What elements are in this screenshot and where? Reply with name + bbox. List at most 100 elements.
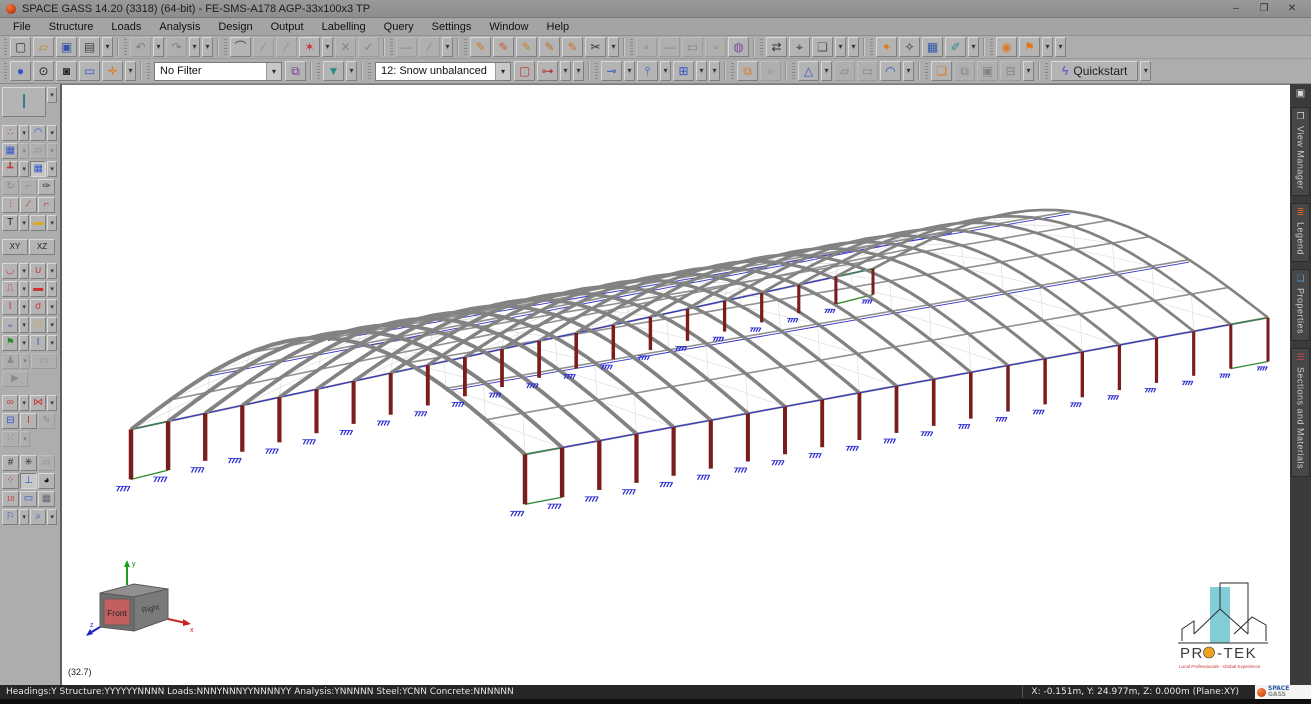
menu-labelling[interactable]: Labelling [313,19,375,35]
grid-icon[interactable]: ▦ [2,143,18,159]
dimension-tool-icon[interactable]: ▬ [30,215,46,231]
bm-more-icon[interactable]: ▾ [19,263,29,279]
redo-dropdown-icon[interactable]: ▾ [189,37,200,57]
axes-star-icon[interactable]: ✳ [20,455,37,471]
ruler-blue-icon[interactable]: ▭ [20,491,37,507]
filter-funnel-icon[interactable]: ▼ [323,61,344,81]
tool-b-icon[interactable]: — [659,37,680,57]
close-button[interactable]: ✕ [1285,3,1299,14]
copy-entities-dropdown-icon[interactable]: ▾ [835,37,846,57]
member-tool-icon[interactable]: ⌐ [20,179,37,195]
save-icon[interactable]: ▣ [56,37,77,57]
nn-more-icon[interactable]: ▾ [20,431,30,447]
select-flag-dropdown-icon[interactable]: ▾ [1042,37,1053,57]
autohide-pin-icon[interactable]: ▣ [1296,88,1305,99]
plate-icon[interactable]: ▱ [30,143,46,159]
moment-load-icon[interactable]: ⫯ [637,61,658,81]
hash-grid-icon[interactable]: # [2,455,19,471]
zoom-icon[interactable]: ● [10,61,31,81]
node-loads-dropdown-icon[interactable]: ▾ [560,61,571,81]
menu-window[interactable]: Window [480,19,537,35]
ruler-icon[interactable]: ▭ [79,61,100,81]
line-tool-icon[interactable]: ∕ [419,37,440,57]
axial-more-icon[interactable]: ▾ [47,281,57,297]
delete-icon[interactable]: ✕ [335,37,356,57]
moment-release-icon[interactable]: ⋈ [30,395,46,411]
sigma-stress-icon[interactable]: σ [30,299,46,315]
draw-arc-icon[interactable]: ⌒ [230,37,251,57]
view-flag-icon[interactable]: ⚐ [2,509,18,525]
zs-more-icon[interactable]: ▾ [47,509,57,525]
copy-loads-icon[interactable]: ⧉ [737,61,758,81]
more-icon[interactable]: ▾ [202,37,213,57]
edit-area-icon[interactable]: ✎ [562,37,583,57]
sidebar-tab-legend[interactable]: ≣Legend [1291,203,1310,262]
move-nodes-icon[interactable]: ⇄ [766,37,787,57]
member-design-icon[interactable]: Ι [30,335,46,351]
model-canvas[interactable]: Front Right y x z (32.7) PR [62,84,1290,685]
edit-load-icon[interactable]: ✎ [539,37,560,57]
find-binoculars-icon[interactable]: ⊙ [33,61,54,81]
eyedropper-icon[interactable]: ✑ [38,179,55,195]
check-icon[interactable]: ✓ [358,37,379,57]
dim-10-icon[interactable]: 10 [2,491,19,507]
more3-icon[interactable]: ▾ [848,37,859,57]
brush-dropdown-icon[interactable]: ▾ [968,37,979,57]
dim-more-icon[interactable]: ▾ [47,215,57,231]
member-offset-icon[interactable]: ⌐ [38,197,55,213]
edit-panel-icon[interactable]: ❏ [931,61,952,81]
snap-grid-icon[interactable]: ▦ [30,161,46,177]
menu-design[interactable]: Design [209,19,261,35]
design-flag-icon[interactable]: ⚑ [2,335,18,351]
tool-c-icon[interactable]: ▭ [682,37,703,57]
plane-xz-button[interactable]: XZ [29,239,55,255]
vf-more-icon[interactable]: ▾ [19,509,29,525]
text-tool-icon[interactable]: T [2,215,18,231]
panel-e-icon[interactable]: ⊟ [1000,61,1021,81]
analysis-run-icon[interactable]: ♟ [2,353,19,369]
loads-more-icon[interactable]: ▾ [573,61,584,81]
select-nodes-icon[interactable]: ◉ [996,37,1017,57]
flag-more-icon[interactable]: ▾ [19,335,29,351]
shade-plate-icon[interactable]: ▦ [38,491,55,507]
area-load-dropdown-icon[interactable]: ▾ [821,61,832,81]
panel-c-icon[interactable]: ⧉ [954,61,975,81]
node-loads-icon[interactable]: ⊶ [537,61,558,81]
select-wand-icon[interactable]: ✦ [876,37,897,57]
area-load-icon[interactable]: △ [798,61,819,81]
funnel-more-icon[interactable]: ▾ [346,61,357,81]
view-more-icon[interactable]: ▾ [125,61,136,81]
red-line-icon[interactable]: ∕ [20,197,37,213]
dot-grid-icon[interactable]: ⁘ [2,473,19,489]
panel-more-icon[interactable]: ▾ [1023,61,1034,81]
arch-more-icon[interactable]: ▾ [47,125,57,141]
more2-icon[interactable]: ▾ [442,37,453,57]
load-case-select[interactable]: 12: Snow unbalanced▾ [375,62,511,81]
deflection-icon[interactable]: ⌄ [2,317,18,333]
minimize-button[interactable]: – [1229,3,1243,14]
plate-outline-icon[interactable]: ▱ [38,455,55,471]
dimension-icon[interactable]: ∕ [253,37,274,57]
plane-xy-button[interactable]: XY [2,239,28,255]
moment-diagram-icon[interactable]: ∪ [30,263,46,279]
draw-node-dropdown-icon[interactable]: ▾ [322,37,333,57]
menu-settings[interactable]: Settings [423,19,481,35]
edit-pencil-icon[interactable]: ✎ [38,413,55,429]
print-dropdown-icon[interactable]: ▾ [102,37,113,57]
supports-icon[interactable]: ┻ [2,161,18,177]
new-file-icon[interactable]: ▢ [10,37,31,57]
menu-output[interactable]: Output [262,19,313,35]
datasheet-icon[interactable]: ▦ [922,37,943,57]
quickstart-button[interactable]: ϟQuickstart [1051,61,1138,81]
plate-load-icon[interactable]: ⊞ [673,61,694,81]
design-more-icon[interactable]: ▾ [47,335,57,351]
bending-moment-icon[interactable]: ◡ [2,263,18,279]
section-shape-button[interactable]: I [2,87,46,117]
rotate-icon[interactable]: ↻ [2,179,19,195]
dash-tool-icon[interactable]: — [396,37,417,57]
sidebar-tab-view-manager[interactable]: ❐View Manager [1291,107,1310,196]
play-animation-icon[interactable]: ▶ [2,371,28,387]
moment-load-dropdown-icon[interactable]: ▾ [660,61,671,81]
tool-a-icon[interactable]: ▫ [636,37,657,57]
combine-icon[interactable]: ⊟ [2,413,19,429]
